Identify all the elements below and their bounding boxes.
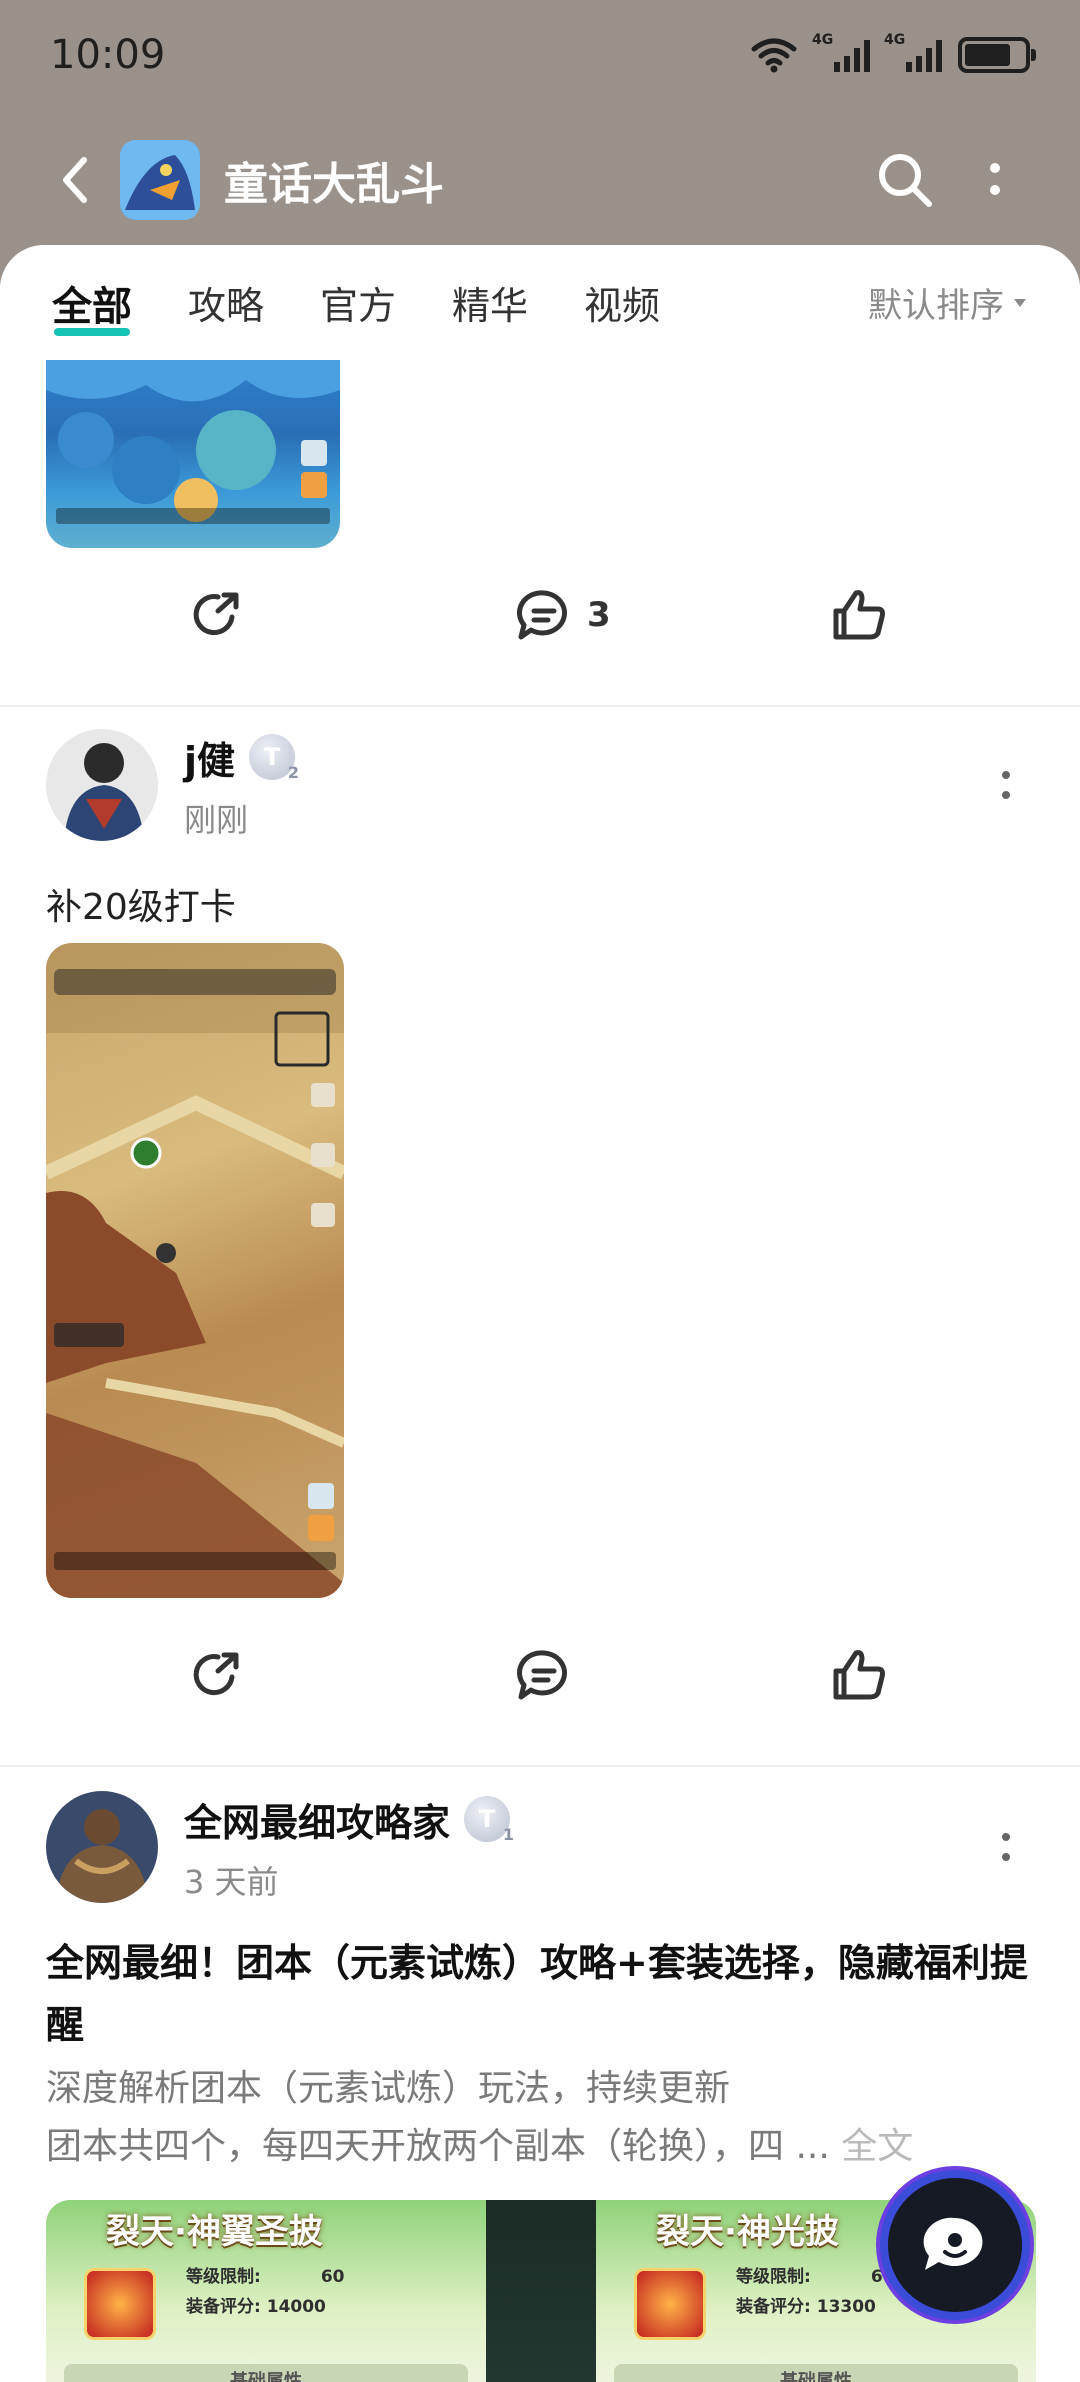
avatar-image (46, 1791, 158, 1903)
post-text[interactable]: 补20级打卡 (46, 878, 236, 930)
post-image[interactable] (46, 943, 344, 1598)
post-more-button[interactable] (976, 1817, 1036, 1877)
desc-line-2: 团本共四个，每四天开放两个副本（轮换），四 ... 全文 (46, 2126, 914, 2167)
game-screenshot-map (46, 943, 344, 1598)
share-icon (193, 1652, 239, 1696)
thumb-up-icon (833, 1650, 885, 1700)
equipment-card: 裂天·神翼圣披 等级限制: 60 装备评分: 14000 基础属性 (46, 2200, 486, 2382)
avatar[interactable] (46, 729, 158, 841)
equipment-name: 裂天·神光披 (656, 2212, 839, 2252)
back-button[interactable] (40, 140, 110, 220)
equipment-base-label: 基础属性 (64, 2364, 468, 2382)
tab-featured[interactable]: 精华 (452, 265, 528, 340)
game-logo[interactable] (120, 140, 200, 220)
equipment-base-label: 基础属性 (614, 2364, 1018, 2382)
post-actions (0, 1625, 1080, 1725)
post-time: 刚刚 (184, 800, 249, 839)
floating-chat-button[interactable] (880, 2170, 1030, 2320)
post-image[interactable] (46, 360, 340, 548)
level-badge: T2 (249, 734, 299, 782)
sort-label: 默认排序 (868, 286, 1004, 326)
header-title: 童话大乱斗 (224, 159, 444, 210)
status-time: 10:09 (50, 32, 166, 78)
share-button[interactable] (188, 587, 244, 643)
equipment-icon (84, 2268, 156, 2340)
author-info: 全网最细攻略家 T1 3 天前 (184, 1792, 514, 1903)
thumb-up-icon (833, 590, 885, 640)
post-description[interactable]: 深度解析团本（元素试炼）玩法，持续更新 团本共四个，每四天开放两个副本（轮换），… (46, 2060, 1036, 2176)
status-bar: 10:09 4G 4G (0, 0, 1080, 110)
desc-line-1: 深度解析团本（元素试炼）玩法，持续更新 (46, 2068, 731, 2109)
sort-dropdown[interactable]: 默认排序 (868, 278, 1028, 327)
wifi-icon (751, 38, 797, 73)
tab-all[interactable]: 全部 (52, 264, 132, 342)
post-divider (0, 1765, 1080, 1767)
app-header: 童话大乱斗 (0, 120, 1080, 240)
signal-icon-2: 4G (884, 32, 942, 72)
avatar-image (46, 729, 158, 841)
tab-guide[interactable]: 攻略 (188, 265, 264, 340)
equipment-stats: 等级限制: 60 装备评分: 14000 (186, 2267, 345, 2317)
comment-icon (517, 590, 567, 640)
search-icon (879, 154, 932, 207)
more-menu-button[interactable] (950, 135, 1040, 225)
tab-video[interactable]: 视频 (584, 265, 660, 340)
share-icon (193, 592, 239, 636)
post-header: 全网最细攻略家 T1 3 天前 (46, 1787, 1036, 1907)
comment-button[interactable]: 3 (515, 587, 611, 643)
post-header: j健 T2 刚刚 (46, 725, 1036, 845)
avatar[interactable] (46, 1791, 158, 1903)
full-text-link[interactable]: 全文 (841, 2126, 913, 2167)
author-name[interactable]: j健 (184, 730, 235, 785)
chevron-left-icon (63, 157, 87, 203)
post-more-button[interactable] (976, 755, 1036, 815)
content-sheet: 全部 攻略 官方 精华 视频 默认排序 3 j健 T 2 刚刚 补20级打卡 全… (0, 245, 1080, 2382)
share-button[interactable] (188, 1647, 244, 1703)
tab-bar: 全部 攻略 官方 精华 视频 默认排序 (0, 245, 1080, 360)
chat-bubble-icon (923, 2217, 983, 2270)
author-info: j健 T2 刚刚 (184, 730, 299, 841)
caret-down-icon (1014, 298, 1026, 307)
battery-icon (958, 37, 1036, 73)
comment-count: 3 (587, 595, 611, 635)
like-button[interactable] (830, 1647, 888, 1703)
author-name[interactable]: 全网最细攻略家 (184, 1792, 450, 1847)
post-actions: 3 (0, 565, 1080, 665)
level-badge: T1 (464, 1796, 514, 1844)
status-icons: 4G 4G (750, 32, 1036, 73)
more-vertical-icon (1002, 771, 1010, 799)
image-gap (486, 2200, 596, 2382)
equipment-name: 裂天·神翼圣披 (106, 2212, 323, 2252)
search-button[interactable] (860, 135, 950, 225)
more-vertical-icon (990, 163, 1000, 195)
like-button[interactable] (830, 587, 888, 643)
tab-official[interactable]: 官方 (320, 265, 396, 340)
comment-button[interactable] (515, 1647, 573, 1703)
signal-icon-1: 4G (812, 32, 870, 72)
post-time: 3 天前 (184, 1862, 279, 1901)
game-logo-art (120, 140, 200, 220)
comment-icon (517, 1650, 567, 1700)
more-vertical-icon (1002, 1833, 1010, 1861)
post-divider (0, 705, 1080, 707)
post-title[interactable]: 全网最细！团本（元素试炼）攻略+套装选择，隐藏福利提醒 (46, 1932, 1036, 2056)
equipment-icon (634, 2268, 706, 2340)
